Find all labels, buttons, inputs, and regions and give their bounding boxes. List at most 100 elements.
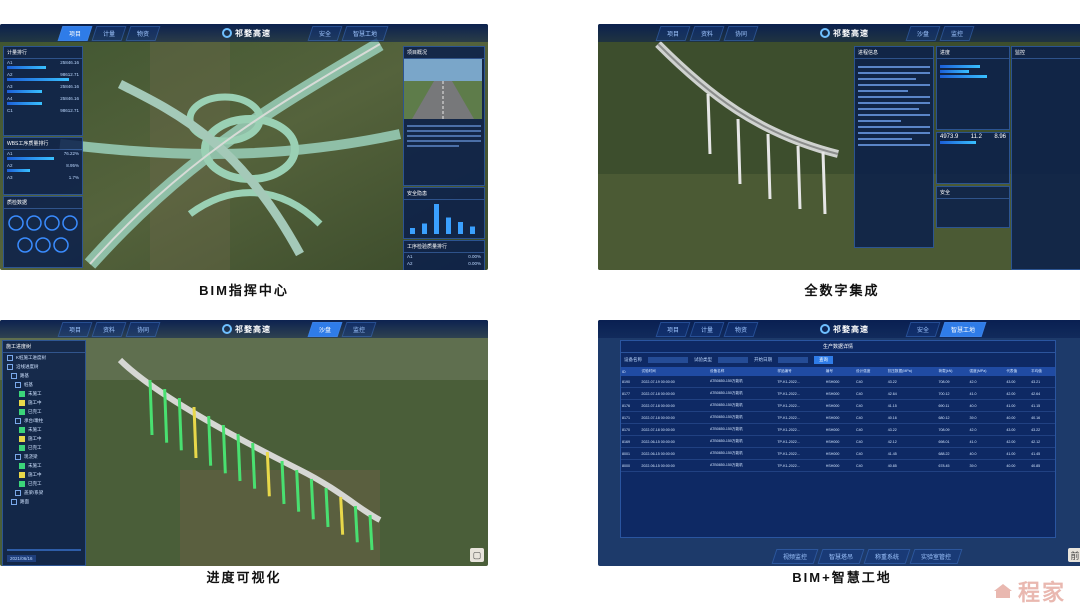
tab-collaboration[interactable]: 协同 [723, 26, 759, 41]
device-select[interactable] [648, 357, 688, 363]
tab-smart-site[interactable]: 智慧工地 [341, 26, 389, 41]
table-cell: 708.09 [937, 376, 969, 388]
tab-sandbox[interactable]: 沙盘 [905, 26, 941, 41]
tab-project[interactable]: 项目 [57, 322, 93, 337]
hazard-bar [410, 228, 415, 234]
tree-node[interactable]: 未施工 [3, 425, 85, 434]
tree-node[interactable]: 盖梁/系梁 [3, 488, 85, 497]
tree-node[interactable]: 施工中 [3, 398, 85, 407]
checkbox[interactable] [15, 381, 21, 388]
table-cell: 2022-07-18 00:00:00 [640, 399, 709, 412]
table-cell: ATB0850-150万能机 [709, 423, 777, 436]
type-select[interactable] [718, 357, 748, 363]
tree-node[interactable]: 已完工 [3, 479, 85, 488]
smart-site-screenshot: 项目 计量 物资 祁婺高速 安全 智慧工地 生产数据详情 设备名称 试验类型 开… [598, 320, 1080, 566]
tab-monitoring[interactable]: 监控 [341, 322, 377, 337]
tab-smart-crane[interactable]: 智慧塔吊 [817, 549, 865, 564]
tree-node[interactable]: K桩施工进度树 [3, 353, 85, 362]
table-row[interactable]: 8190 2022-07-19 00:00:00 ATB0850-150万能机 TP-… [621, 376, 1055, 388]
timeline-slider[interactable] [7, 549, 81, 551]
checkbox[interactable] [19, 408, 25, 415]
checkbox[interactable] [7, 363, 13, 370]
table-row[interactable]: 8000 2022-06-15 00:00:00 ATB0850-150万能机 TP-… [621, 459, 1055, 472]
table-row[interactable]: 8001 2022-06-15 00:00:00 ATB0850-150万能机 TP-… [621, 447, 1055, 460]
checkbox[interactable] [19, 390, 25, 397]
checkbox[interactable] [19, 426, 25, 433]
table-cell: C40 [855, 423, 887, 436]
progress-bar [940, 70, 969, 73]
corner-control-button[interactable]: 前 [1068, 548, 1080, 562]
tab-project[interactable]: 项目 [57, 26, 93, 41]
checkbox[interactable] [11, 498, 17, 505]
tab-monitoring[interactable]: 监控 [939, 26, 975, 41]
tab-video-monitoring[interactable]: 视频监控 [771, 549, 819, 564]
tree-node[interactable]: 现浇梁 [3, 452, 85, 461]
tab-collaboration[interactable]: 协同 [125, 322, 161, 337]
tab-weighing-system[interactable]: 称重系统 [863, 549, 911, 564]
table-cell: 40.0 [968, 399, 1006, 412]
checkbox[interactable] [19, 462, 25, 469]
tab-lab-control[interactable]: 实验室管控 [909, 549, 963, 564]
table-row[interactable]: 8171 2022-07-18 00:00:00 ATB0850-150万能机 TP-… [621, 411, 1055, 424]
column-header: 样品编号 [776, 367, 825, 376]
top-navigation-bar: 项目 资料 协同 祁婺高速 沙盘 监控 [598, 24, 1080, 42]
tab-materials[interactable]: 物资 [723, 322, 759, 337]
checkbox[interactable] [19, 480, 25, 487]
panel-title: 安全 [937, 187, 1009, 199]
tree-node[interactable]: 路面 [3, 497, 85, 506]
project-overview-panel: 项目概况 [403, 46, 485, 186]
table-cell: ATB0850-150万能机 [709, 447, 777, 460]
tab-metering[interactable]: 计量 [91, 26, 127, 41]
table-cell: 42.0 [968, 423, 1006, 436]
bridge-pier [163, 388, 169, 443]
tree-node[interactable]: 施工中 [3, 434, 85, 443]
process-info-lines [855, 59, 933, 153]
table-row[interactable]: 8170 2022-07-18 00:00:00 ATB0850-150万能机 TP-… [621, 423, 1055, 436]
checkbox[interactable] [11, 372, 17, 379]
tree-node[interactable]: 未施工 [3, 389, 85, 398]
tab-project[interactable]: 项目 [655, 26, 691, 41]
checkbox[interactable] [19, 435, 25, 442]
tree-node[interactable]: 路基 [3, 371, 85, 380]
tab-metering[interactable]: 计量 [689, 322, 725, 337]
tree-node[interactable]: 施工中 [3, 470, 85, 479]
checkbox[interactable] [7, 354, 13, 361]
tab-documents[interactable]: 资料 [91, 322, 127, 337]
checkbox[interactable] [15, 417, 21, 424]
tab-documents[interactable]: 资料 [689, 26, 725, 41]
tab-safety[interactable]: 安全 [307, 26, 343, 41]
tab-materials[interactable]: 物资 [125, 26, 161, 41]
bridge-pier [368, 514, 374, 551]
checkbox[interactable] [19, 399, 25, 406]
tree-node[interactable]: 沿线进度树 [3, 362, 85, 371]
tab-project[interactable]: 项目 [655, 322, 691, 337]
tree-node[interactable]: 未施工 [3, 461, 85, 470]
table-row[interactable]: 8177 2022-07-18 00:00:00 ATB0850-150万能机 TP-… [621, 387, 1055, 400]
column-header: 试验时间 [640, 367, 709, 376]
corner-control-button[interactable]: ▢ [470, 548, 484, 562]
checkbox[interactable] [19, 471, 25, 478]
table-cell: 678.45 [937, 459, 969, 472]
brand-logo-icon [222, 324, 232, 334]
column-header: 设备名称 [709, 367, 777, 376]
checkbox[interactable] [19, 444, 25, 451]
checkbox[interactable] [15, 489, 21, 496]
table-row[interactable]: 8176 2022-07-18 00:00:00 ATB0850-150万能机 TP-… [621, 399, 1055, 412]
query-button[interactable]: 查询 [814, 356, 833, 364]
checkbox[interactable] [15, 453, 21, 460]
table-cell: C40 [855, 399, 887, 412]
tab-safety[interactable]: 安全 [905, 322, 941, 337]
tree-node[interactable]: 已完工 [3, 443, 85, 452]
tree-node[interactable]: 已完工 [3, 407, 85, 416]
table-cell: 2022-06-15 00:00:00 [640, 435, 709, 448]
tab-sandbox[interactable]: 沙盘 [307, 322, 343, 337]
table-cell: 708.09 [937, 423, 969, 436]
tree-node[interactable]: 承台/墩柱 [3, 416, 85, 425]
table-row[interactable]: 8169 2022-06-15 00:00:00 ATB0850-150万能机 TP-… [621, 435, 1055, 448]
progress-bar [940, 65, 980, 68]
safety-hazard-bar-chart [410, 204, 475, 234]
table-cell: 42.12 [1030, 435, 1055, 448]
date-input[interactable] [778, 357, 808, 363]
tree-node[interactable]: 桩基 [3, 380, 85, 389]
tab-smart-site[interactable]: 智慧工地 [939, 322, 987, 337]
